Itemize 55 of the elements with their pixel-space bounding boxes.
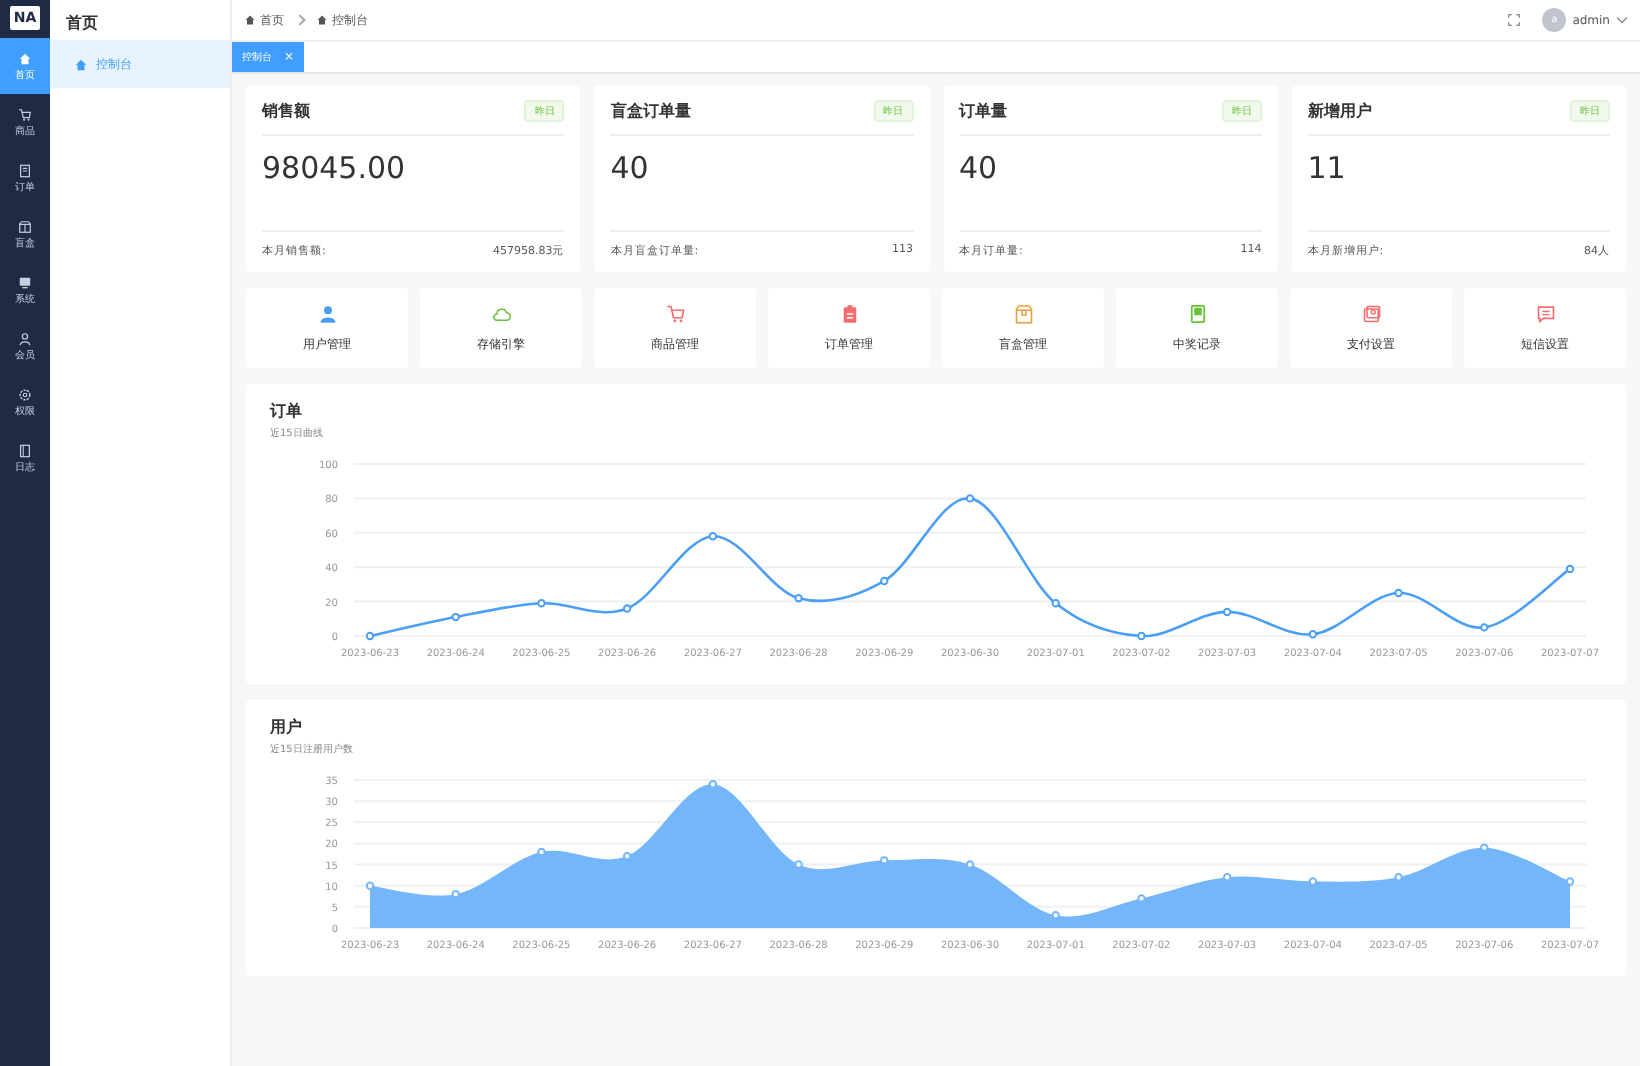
data-point bbox=[965, 860, 975, 869]
data-point bbox=[1480, 843, 1489, 852]
stat-value: 98045.00 bbox=[262, 136, 565, 232]
data-point bbox=[451, 612, 460, 622]
data-point bbox=[537, 847, 546, 857]
data-point bbox=[794, 860, 803, 869]
data-point bbox=[708, 780, 718, 789]
caret-icon[interactable] bbox=[1616, 14, 1628, 26]
box-icon bbox=[18, 219, 32, 233]
fullscreen-icon[interactable] bbox=[1508, 14, 1521, 26]
data-point bbox=[1565, 564, 1575, 574]
data-point bbox=[1137, 894, 1146, 903]
data-point bbox=[794, 593, 803, 603]
data-point bbox=[1222, 873, 1232, 882]
data-point bbox=[365, 881, 375, 890]
doc-icon bbox=[18, 163, 32, 177]
data-point bbox=[622, 851, 632, 861]
data-point bbox=[365, 631, 375, 641]
chart-title: 订单 bbox=[270, 400, 304, 422]
data-point bbox=[1394, 873, 1403, 882]
data-point bbox=[708, 532, 718, 541]
data-point bbox=[1137, 631, 1146, 641]
gear-icon bbox=[18, 387, 32, 401]
home-icon bbox=[244, 14, 256, 26]
home-icon bbox=[74, 57, 88, 71]
user-icon bbox=[18, 331, 32, 345]
cart-icon bbox=[18, 107, 32, 121]
data-point bbox=[1051, 911, 1060, 920]
data-point bbox=[1308, 630, 1318, 639]
data-point bbox=[1480, 623, 1489, 632]
stat-title: 盲盒订单量 bbox=[610, 100, 691, 122]
data-point bbox=[1565, 877, 1575, 886]
stat-title: 销售额 bbox=[262, 100, 310, 122]
data-point bbox=[451, 889, 460, 899]
home-icon bbox=[316, 14, 328, 26]
data-point bbox=[965, 494, 975, 503]
data-point bbox=[1394, 588, 1403, 598]
data-point bbox=[622, 604, 632, 613]
data-point bbox=[1308, 877, 1318, 886]
stat-value: 40 bbox=[610, 136, 913, 232]
chart-title: 用户 bbox=[270, 716, 304, 738]
chevron-icon bbox=[294, 14, 306, 26]
data-point bbox=[880, 576, 889, 586]
stat-title: 新增用户 bbox=[1307, 100, 1372, 122]
menu-title: 首页 bbox=[64, 12, 100, 36]
stat-title: 订单量 bbox=[959, 100, 1007, 122]
monitor-icon bbox=[18, 275, 32, 289]
data-point bbox=[880, 856, 889, 865]
data-point bbox=[1222, 607, 1232, 617]
book-icon bbox=[18, 443, 32, 457]
stat-value: 11 bbox=[1307, 136, 1610, 232]
data-point bbox=[1051, 599, 1060, 608]
stat-value: 40 bbox=[959, 136, 1262, 232]
home-icon bbox=[18, 51, 32, 65]
data-point bbox=[537, 599, 546, 608]
